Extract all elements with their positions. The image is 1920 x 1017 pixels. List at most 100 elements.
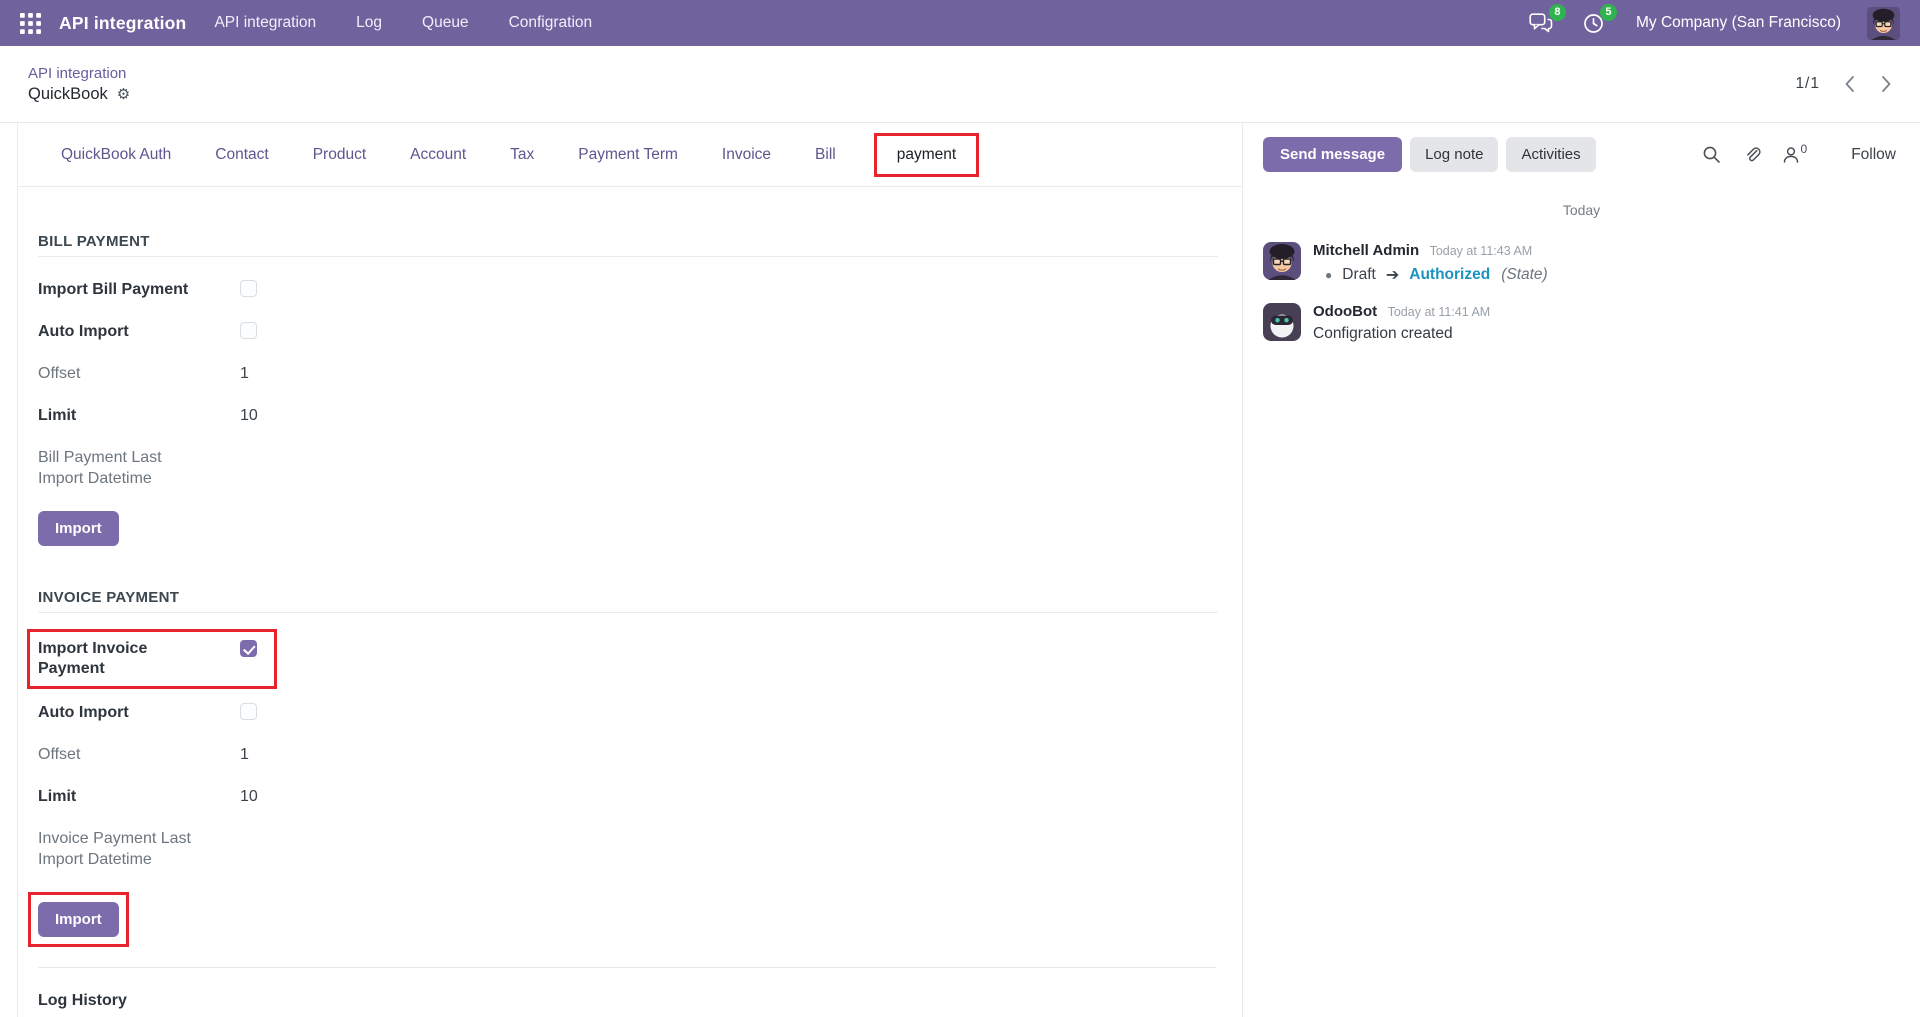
invoice-limit-label: Limit [38, 788, 77, 805]
import-bill-payment-checkbox[interactable] [240, 280, 257, 297]
bill-import-button[interactable]: Import [38, 511, 119, 546]
bill-last-import-row: Bill Payment Last Import Datetime [38, 447, 1218, 489]
breadcrumb-parent-link[interactable]: API integration [28, 65, 130, 82]
tab-product[interactable]: Product [313, 146, 366, 164]
message-author-avatar [1263, 242, 1301, 280]
invoice-offset-value[interactable]: 1 [240, 744, 1218, 765]
date-divider: Today [1562, 202, 1601, 218]
bullet-icon: ● [1325, 268, 1333, 282]
tab-tax[interactable]: Tax [510, 146, 534, 164]
menu-api-integration[interactable]: API integration [214, 14, 316, 32]
message-author: OdooBot [1313, 303, 1378, 320]
record-title: QuickBook [28, 84, 108, 103]
invoice-import-button[interactable]: Import [38, 902, 119, 937]
attachments-button[interactable] [1742, 145, 1761, 164]
tracking-field-name: (State) [1501, 266, 1548, 283]
invoice-payment-section-title: INVOICE PAYMENT [38, 589, 1218, 613]
followers-button[interactable]: 0 [1782, 142, 1807, 164]
breadcrumb: API integration QuickBook ⚙ [28, 65, 130, 104]
invoice-last-import-label: Invoice Payment Last Import Datetime [38, 830, 191, 868]
message-body: Configration created [1313, 325, 1453, 342]
followers-count: 0 [1800, 141, 1808, 156]
apps-menu-button[interactable] [12, 7, 49, 40]
import-invoice-payment-checkbox[interactable] [240, 640, 257, 657]
top-navbar: API integration API integration Log Queu… [0, 0, 1920, 46]
bill-payment-section-title: BILL PAYMENT [38, 233, 1218, 257]
invoice-auto-import-row: Auto Import [38, 702, 1218, 723]
messages-button[interactable]: 8 [1527, 3, 1566, 36]
message-time: Today at 11:41 AM [1387, 305, 1491, 319]
bill-limit-row: Limit 10 [38, 405, 1218, 426]
section-divider [38, 967, 1216, 968]
invoice-offset-row: Offset 1 [38, 744, 1218, 765]
chevron-right-icon [1882, 76, 1891, 92]
tracking-new-value: Authorized [1409, 266, 1491, 283]
settings-gear-button[interactable]: ⚙ [117, 87, 130, 102]
invoice-import-annotation-box: Import [28, 892, 129, 947]
tab-invoice[interactable]: Invoice [722, 146, 771, 164]
tab-contact[interactable]: Contact [215, 146, 268, 164]
user-avatar[interactable] [1867, 6, 1900, 40]
top-menu: API integration Log Queue Configration [214, 14, 592, 32]
person-icon [1783, 146, 1798, 163]
arrow-right-icon: ➔ [1385, 267, 1400, 284]
tab-bill[interactable]: Bill [815, 146, 836, 164]
bill-offset-label: Offset [38, 365, 81, 382]
paperclip-icon [1746, 147, 1761, 162]
tab-account[interactable]: Account [410, 146, 466, 164]
pager-count: 1/1 [1795, 75, 1820, 92]
tracking-old-value: Draft [1342, 266, 1376, 283]
pager: 1/1 [1795, 73, 1894, 95]
pager-next-button[interactable] [1879, 73, 1894, 95]
notebook-tabs: QuickBook Auth Contact Product Account T… [18, 123, 1242, 187]
follow-button[interactable]: Follow [1851, 146, 1896, 164]
search-icon [1703, 146, 1720, 163]
breadcrumb-bar: API integration QuickBook ⚙ 1/1 [0, 46, 1920, 123]
grid-icon [20, 12, 41, 34]
activities-badge: 5 [1599, 3, 1617, 21]
messages-badge: 8 [1548, 3, 1566, 21]
tracking-value: ● Draft ➔ Authorized (State) [1313, 265, 1548, 285]
bill-offset-value[interactable]: 1 [240, 363, 1218, 384]
bill-auto-import-row: Auto Import [38, 321, 1218, 342]
message-author: Mitchell Admin [1313, 242, 1420, 259]
message-item: Mitchell Admin Today at 11:43 AM ● Draft… [1263, 242, 1900, 285]
chatter-toolbar: Send message Log note Activities 0 Follo… [1263, 137, 1900, 172]
bill-last-import-label: Bill Payment Last Import Datetime [38, 449, 162, 487]
payment-tab-annotation-box: payment [873, 132, 980, 177]
tab-payment[interactable]: payment [897, 146, 956, 163]
import-invoice-annotation-box: Import Invoice Payment [27, 629, 277, 689]
activities-schedule-button[interactable]: Activities [1506, 137, 1596, 172]
invoice-auto-import-checkbox[interactable] [240, 703, 257, 720]
log-note-button[interactable]: Log note [1410, 137, 1499, 172]
activities-button[interactable]: 5 [1581, 3, 1617, 36]
tab-payment-term[interactable]: Payment Term [578, 146, 678, 164]
bill-offset-row: Offset 1 [38, 363, 1218, 384]
menu-queue[interactable]: Queue [422, 14, 469, 32]
menu-log[interactable]: Log [356, 14, 382, 32]
invoice-limit-row: Limit 10 [38, 786, 1218, 807]
bill-limit-value[interactable]: 10 [240, 405, 1218, 426]
import-invoice-payment-label: Import Invoice Payment [38, 640, 148, 677]
chevron-left-icon [1845, 76, 1854, 92]
pager-previous-button[interactable] [1842, 73, 1857, 95]
tab-quickbook-auth[interactable]: QuickBook Auth [61, 146, 171, 164]
message-author-avatar [1263, 303, 1301, 341]
invoice-offset-label: Offset [38, 746, 81, 763]
invoice-auto-import-label: Auto Import [38, 704, 129, 721]
company-switcher[interactable]: My Company (San Francisco) [1636, 14, 1841, 32]
app-title: API integration [59, 12, 187, 33]
bill-auto-import-label: Auto Import [38, 323, 129, 340]
send-message-button[interactable]: Send message [1263, 137, 1403, 172]
invoice-limit-value[interactable]: 10 [240, 786, 1218, 807]
menu-configuration[interactable]: Configration [509, 14, 593, 32]
bill-auto-import-checkbox[interactable] [240, 322, 257, 339]
import-bill-payment-label: Import Bill Payment [38, 281, 189, 298]
search-messages-button[interactable] [1702, 145, 1721, 164]
message-item: OdooBot Today at 11:41 AM Configration c… [1263, 303, 1900, 343]
form-sheet: QuickBook Auth Contact Product Account T… [17, 123, 1243, 1017]
log-history-title: Log History [38, 992, 127, 1009]
bill-limit-label: Limit [38, 407, 77, 424]
message-time: Today at 11:43 AM [1429, 244, 1533, 258]
user-avatar-image [1867, 6, 1900, 40]
